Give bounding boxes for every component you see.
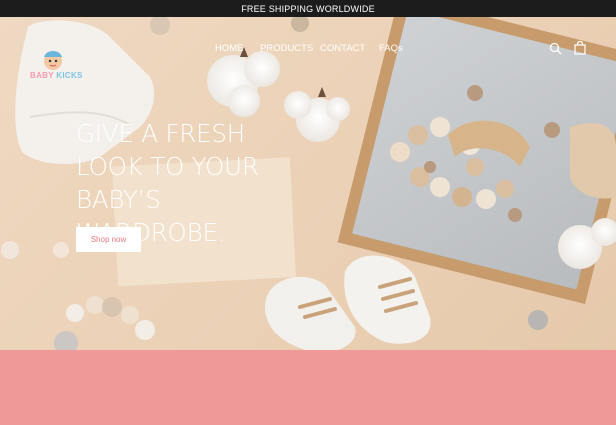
- nav-contact[interactable]: CONTACT: [320, 43, 365, 54]
- hero-banner: BABY KICKS HOME PRODUCTS CONTACT FAQs GI…: [0, 17, 616, 350]
- nav-products[interactable]: PRODUCTS: [260, 43, 313, 54]
- logo-word-kicks: KICKS: [56, 71, 83, 80]
- logo-word-baby: BABY: [30, 71, 54, 80]
- shop-now-button[interactable]: Shop now: [76, 227, 141, 252]
- cart-icon[interactable]: [574, 41, 586, 55]
- announcement-bar: FREE SHIPPING WORLDWIDE: [0, 0, 616, 17]
- search-icon[interactable]: [549, 42, 562, 55]
- brand-logo-text[interactable]: BABY KICKS: [30, 71, 83, 80]
- pink-band-section: [0, 350, 616, 425]
- announcement-text: FREE SHIPPING WORLDWIDE: [241, 3, 375, 14]
- nav-home[interactable]: HOME: [215, 43, 244, 54]
- nav-faqs[interactable]: FAQs: [379, 43, 403, 54]
